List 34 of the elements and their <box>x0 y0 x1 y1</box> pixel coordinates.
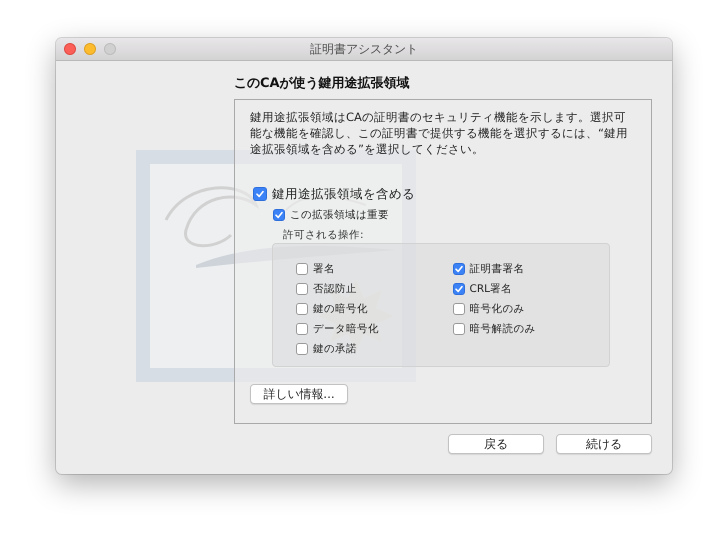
checkbox-label: この拡張領域は重要 <box>290 208 389 222</box>
checkbox[interactable] <box>296 323 308 335</box>
checkbox[interactable] <box>296 343 308 355</box>
checkbox[interactable] <box>296 303 308 315</box>
checkbox-label: データ暗号化 <box>313 322 379 336</box>
checkbox[interactable] <box>273 209 285 221</box>
checkbox-label: 証明書署名 <box>470 262 524 276</box>
window-title: 証明書アシスタント <box>310 40 418 58</box>
checkbox[interactable] <box>452 283 464 295</box>
checkmark-icon <box>274 210 284 220</box>
checkbox-label: CRL署名 <box>470 282 512 296</box>
nav-button[interactable]: 戻る <box>448 434 544 454</box>
checkbox[interactable] <box>253 187 267 201</box>
checkbox[interactable] <box>296 263 308 275</box>
operations-label: 許可される操作: <box>283 228 365 243</box>
checkbox[interactable] <box>296 283 308 295</box>
description-text: 鍵用途拡張領域はCAの証明書のセキュリティ機能を示します。選択可能な機能を確認し、この証明書で提供する機能を選択するには、“鍵用途拡張領域を含める”を選択してください。 <box>250 109 629 158</box>
zoom-button[interactable] <box>104 43 116 55</box>
checkbox-label: 暗号解読のみ <box>470 322 536 336</box>
checkbox-label: 鍵の承諾 <box>313 342 357 356</box>
checkbox-label: 鍵用途拡張領域を含める <box>272 186 415 202</box>
checkbox-label: 暗号化のみ <box>470 302 524 316</box>
checkbox[interactable] <box>452 263 464 275</box>
checkbox[interactable] <box>452 303 464 315</box>
section-heading: このCAが使う鍵用途拡張領域 <box>234 75 411 93</box>
more-info-button[interactable]: 詳しい情報... <box>250 384 348 404</box>
checkbox[interactable] <box>452 323 464 335</box>
checkbox-label: 鍵の暗号化 <box>313 302 368 316</box>
nav-button[interactable]: 続ける <box>556 434 652 454</box>
checkmark-icon <box>255 189 265 199</box>
checkbox-label: 署名 <box>313 262 335 276</box>
minimize-button[interactable] <box>84 43 96 55</box>
close-button[interactable] <box>64 43 76 55</box>
checkbox-label: 否認防止 <box>313 282 357 296</box>
